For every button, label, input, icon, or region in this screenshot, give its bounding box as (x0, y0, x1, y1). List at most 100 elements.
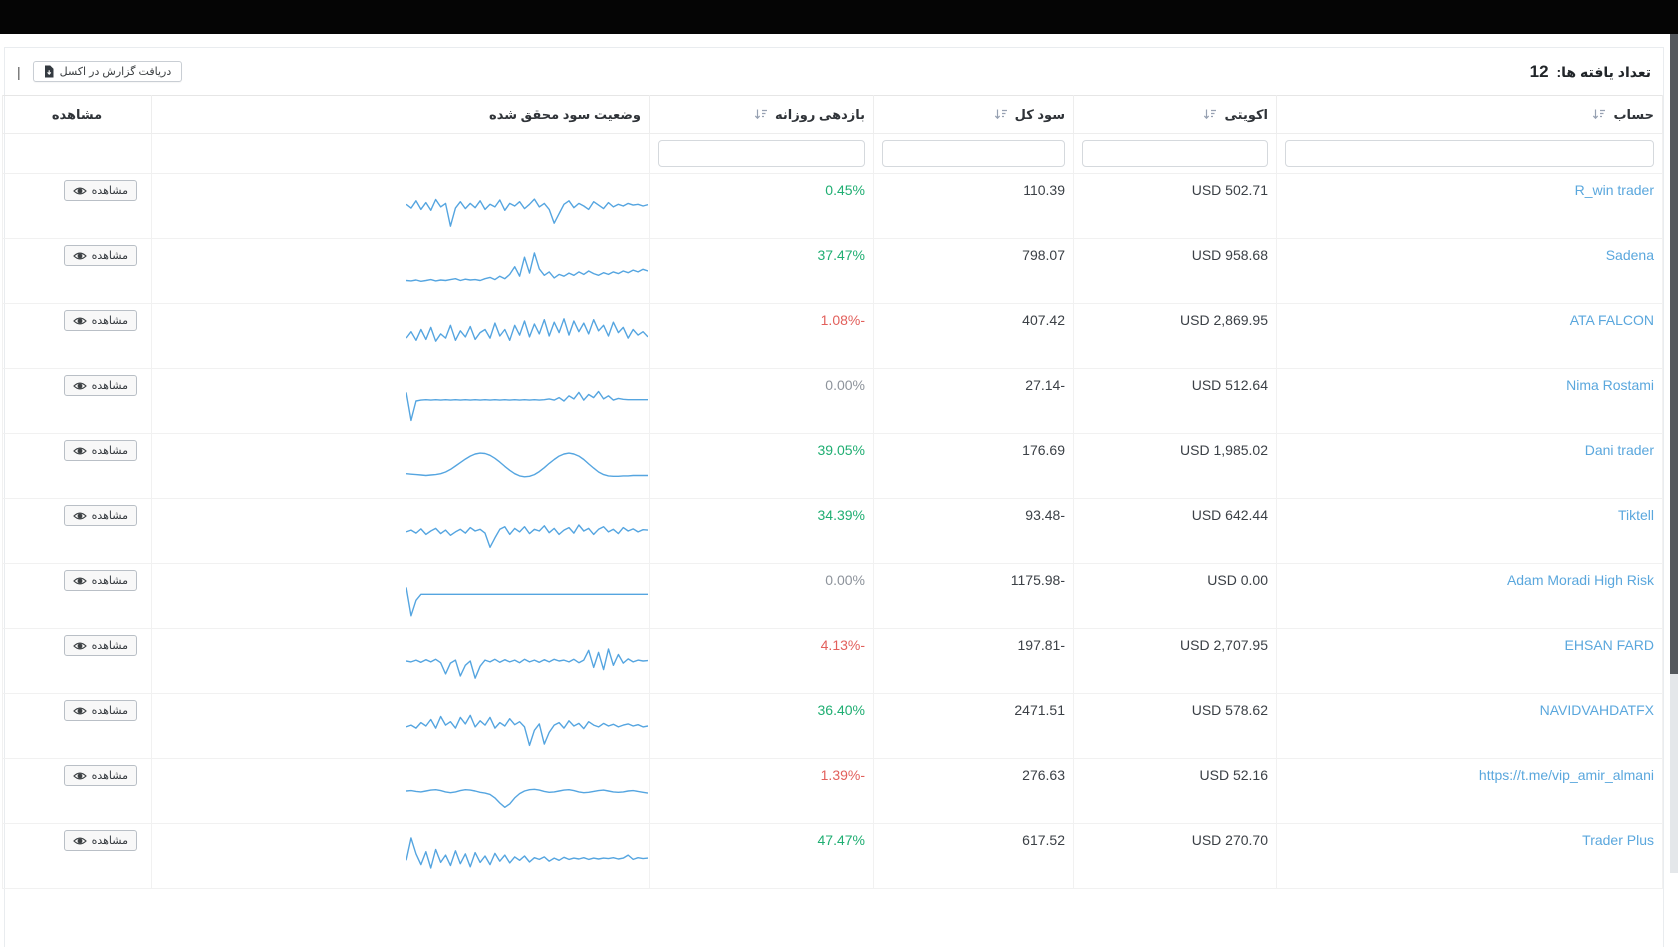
filter-cell-account (1277, 134, 1663, 174)
account-cell: Tiktell (1277, 499, 1663, 564)
daily-return-cell: 39.05% (650, 434, 874, 499)
daily-return-cell: 47.47% (650, 824, 874, 889)
total-profit-cell: 27.14- (874, 369, 1074, 434)
daily-return-cell: 0.45% (650, 174, 874, 239)
account-cell: Sadena (1277, 239, 1663, 304)
column-label: اکویتی (1224, 107, 1268, 122)
view-button[interactable]: مشاهده (64, 765, 137, 786)
view-button-label: مشاهده (92, 769, 128, 782)
toolbar-separator: | (17, 64, 21, 80)
table-row: Trader PlusUSD 270.70617.5247.47%مشاهده (3, 824, 1663, 889)
realized-profit-status-cell (152, 759, 650, 824)
account-link[interactable]: EHSAN FARD (1565, 637, 1654, 653)
column-label: مشاهده (52, 107, 102, 122)
equity-value: USD 512.64 (1192, 377, 1268, 393)
view-button[interactable]: مشاهده (64, 505, 137, 526)
export-excel-button[interactable]: دریافت گزارش در اکسل (33, 61, 183, 82)
account-link[interactable]: ATA FALCON (1570, 312, 1654, 328)
view-button[interactable]: مشاهده (64, 570, 137, 591)
account-link[interactable]: https://t.me/vip_amir_almani (1479, 767, 1654, 783)
realized-profit-status-cell (152, 174, 650, 239)
view-button-label: مشاهده (92, 509, 128, 522)
filter-input-equity[interactable] (1082, 140, 1268, 167)
equity-cell: USD 958.68 (1074, 239, 1277, 304)
table-row: EHSAN FARDUSD 2,707.95197.81-4.13%-مشاهد… (3, 629, 1663, 694)
equity-value: USD 2,707.95 (1180, 637, 1268, 653)
sparkline-chart (406, 248, 648, 294)
total-profit-value: 276.63 (1022, 767, 1065, 783)
view-cell: مشاهده (3, 434, 152, 499)
account-link[interactable]: R_win trader (1575, 182, 1654, 198)
filter-cell-daily_return (650, 134, 874, 174)
filter-input-total_profit[interactable] (882, 140, 1065, 167)
eye-icon (73, 511, 87, 521)
total-profit-cell: 1175.98- (874, 564, 1074, 629)
sort-icon (1592, 108, 1606, 120)
filter-cell-equity (1074, 134, 1277, 174)
view-button[interactable]: مشاهده (64, 310, 137, 331)
total-profit-value: 27.14- (1025, 377, 1065, 393)
equity-value: USD 642.44 (1192, 507, 1268, 523)
account-link[interactable]: Trader Plus (1582, 832, 1654, 848)
column-header-view: مشاهده (3, 96, 152, 134)
filter-input-daily_return[interactable] (658, 140, 865, 167)
eye-icon (73, 316, 87, 326)
vertical-scrollbar-thumb[interactable] (1670, 34, 1678, 674)
view-button[interactable]: مشاهده (64, 375, 137, 396)
total-profit-cell: 197.81- (874, 629, 1074, 694)
view-button[interactable]: مشاهده (64, 830, 137, 851)
account-link[interactable]: Tiktell (1618, 507, 1654, 523)
equity-cell: USD 642.44 (1074, 499, 1277, 564)
sparkline-chart (406, 508, 648, 554)
account-link[interactable]: Adam Moradi High Risk (1507, 572, 1654, 588)
filter-input-account[interactable] (1285, 140, 1654, 167)
filter-cell-view (3, 134, 152, 174)
filter-cell-realized_profit_status (152, 134, 650, 174)
vertical-scrollbar-track[interactable] (1670, 34, 1678, 873)
view-button-label: مشاهده (92, 249, 128, 262)
equity-value: USD 578.62 (1192, 702, 1268, 718)
eye-icon (73, 186, 87, 196)
view-button[interactable]: مشاهده (64, 700, 137, 721)
table-row: https://t.me/vip_amir_almaniUSD 52.16276… (3, 759, 1663, 824)
view-cell: مشاهده (3, 174, 152, 239)
account-cell: EHSAN FARD (1277, 629, 1663, 694)
sparkline-chart (406, 378, 648, 424)
realized-profit-status-cell (152, 564, 650, 629)
total-profit-value: 110.39 (1023, 182, 1065, 198)
account-cell: https://t.me/vip_amir_almani (1277, 759, 1663, 824)
eye-icon (73, 381, 87, 391)
total-profit-cell: 93.48- (874, 499, 1074, 564)
view-cell: مشاهده (3, 564, 152, 629)
column-header-account[interactable]: حساب (1277, 96, 1663, 134)
column-header-realized_profit_status: وضعیت سود محقق شده (152, 96, 650, 134)
equity-cell: USD 1,985.02 (1074, 434, 1277, 499)
view-cell: مشاهده (3, 304, 152, 369)
equity-cell: USD 2,869.95 (1074, 304, 1277, 369)
account-cell: R_win trader (1277, 174, 1663, 239)
column-header-total_profit[interactable]: سود کل (874, 96, 1074, 134)
view-button[interactable]: مشاهده (64, 180, 137, 201)
table-row: Nima RostamiUSD 512.6427.14-0.00%مشاهده (3, 369, 1663, 434)
sparkline-chart (406, 443, 648, 489)
equity-value: USD 502.71 (1192, 182, 1268, 198)
eye-icon (73, 446, 87, 456)
column-header-equity[interactable]: اکویتی (1074, 96, 1277, 134)
view-cell: مشاهده (3, 629, 152, 694)
view-button[interactable]: مشاهده (64, 245, 137, 266)
column-header-daily_return[interactable]: بازدهی روزانه (650, 96, 874, 134)
view-button[interactable]: مشاهده (64, 440, 137, 461)
eye-icon (73, 641, 87, 651)
account-link[interactable]: Nima Rostami (1566, 377, 1654, 393)
view-button-label: مشاهده (92, 639, 128, 652)
view-button[interactable]: مشاهده (64, 635, 137, 656)
realized-profit-status-cell (152, 629, 650, 694)
daily-return-value: 47.47% (818, 832, 865, 848)
total-profit-cell: 617.52 (874, 824, 1074, 889)
toolbar: تعداد یافته ها: 12 دریافت گزارش در اکسل … (5, 48, 1663, 95)
view-button-label: مشاهده (92, 834, 128, 847)
account-link[interactable]: Dani trader (1585, 442, 1654, 458)
account-link[interactable]: Sadena (1606, 247, 1654, 263)
account-link[interactable]: NAVIDVAHDATFX (1540, 702, 1654, 718)
daily-return-value: 0.45% (825, 182, 865, 198)
